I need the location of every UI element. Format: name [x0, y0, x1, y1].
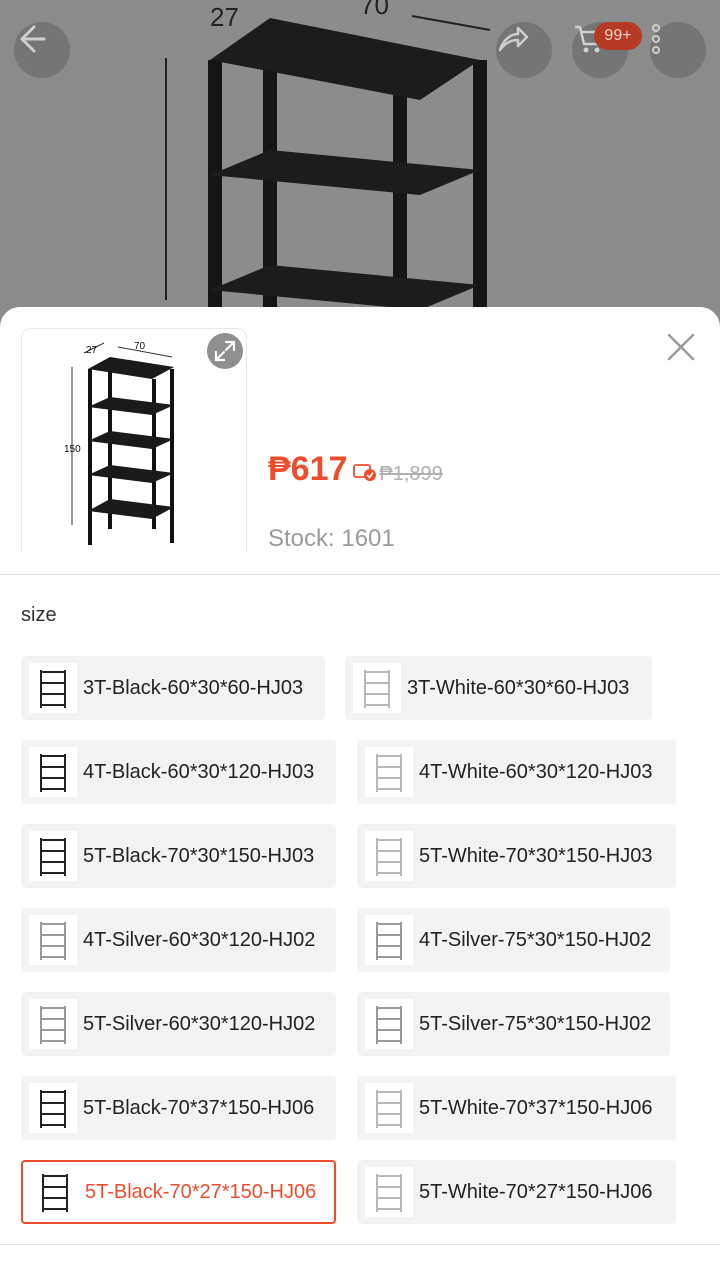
bg-width-label: 70: [360, 0, 389, 20]
shelf-thumbnail-icon: [29, 915, 77, 965]
shelf-thumbnail-icon: [29, 663, 77, 713]
shelf-thumbnail-icon: [365, 999, 413, 1049]
variation-option-label: 5T-Black-70*30*150-HJ03: [83, 844, 315, 867]
variation-option-label: 5T-Black-70*37*150-HJ06: [83, 1096, 315, 1119]
variation-option[interactable]: 5T-White-70*27*150-HJ06: [357, 1160, 676, 1224]
variation-option[interactable]: 5T-Black-70*37*150-HJ06: [21, 1076, 336, 1140]
variation-option-label: 3T-White-60*30*60-HJ03: [407, 676, 630, 699]
shelf-thumbnail-icon: [365, 831, 413, 881]
expand-icon[interactable]: [207, 333, 243, 369]
variation-option-label: 4T-Silver-75*30*150-HJ02: [419, 928, 652, 951]
variation-option[interactable]: 4T-Black-60*30*120-HJ03: [21, 740, 336, 804]
variation-option-label: 5T-White-70*30*150-HJ03: [419, 844, 653, 867]
variation-label: size: [21, 604, 57, 626]
variation-option[interactable]: 4T-Silver-60*30*120-HJ02: [21, 908, 336, 972]
shelf-thumbnail-icon: [29, 831, 77, 881]
variation-option[interactable]: 5T-Black-70*27*150-HJ06: [21, 1160, 336, 1224]
variation-option-label: 5T-Silver-75*30*150-HJ02: [419, 1012, 652, 1035]
variation-option[interactable]: 5T-White-70*30*150-HJ03: [357, 824, 676, 888]
shelf-thumbnail-icon: [365, 1083, 413, 1133]
original-price: ₱1,899: [379, 463, 443, 485]
coin-icon: [353, 462, 377, 482]
back-button[interactable]: [14, 22, 70, 78]
variation-option[interactable]: 5T-Silver-60*30*120-HJ02: [21, 992, 336, 1056]
more-button[interactable]: [650, 22, 706, 78]
back-arrow-icon: [20, 25, 46, 53]
shelf-thumbnail-icon: [353, 663, 401, 713]
variation-sheet: 27 70 150 ₱617 ₱1,899 Stock: 1601 size 3…: [0, 307, 720, 1268]
shelf-thumbnail-icon: [31, 1167, 79, 1217]
variation-option-label: 4T-White-60*30*120-HJ03: [419, 760, 653, 783]
price-row: ₱617 ₱1,899: [268, 450, 443, 489]
product-image-background: 27 70 99+: [0, 0, 720, 330]
bg-depth-label: 27: [210, 2, 239, 32]
more-icon: [652, 24, 660, 54]
variation-option[interactable]: 5T-Silver-75*30*150-HJ02: [357, 992, 670, 1056]
divider: [0, 574, 720, 575]
cart-badge: 99+: [594, 22, 642, 50]
divider: [0, 1244, 720, 1245]
variation-option-label: 4T-Silver-60*30*120-HJ02: [83, 928, 316, 951]
share-button[interactable]: [496, 22, 552, 78]
variation-option[interactable]: 4T-Silver-75*30*150-HJ02: [357, 908, 670, 972]
shelf-thumbnail-icon: [365, 915, 413, 965]
thumb-height-label: 150: [64, 444, 81, 455]
close-icon[interactable]: [662, 328, 700, 366]
share-icon: [498, 26, 529, 52]
variation-option-label: 5T-White-70*37*150-HJ06: [419, 1096, 653, 1119]
variation-option-label: 5T-Silver-60*30*120-HJ02: [83, 1012, 316, 1035]
thumb-depth-label: 27: [86, 345, 98, 356]
shelf-thumbnail-icon: [29, 1083, 77, 1133]
variation-option[interactable]: 3T-Black-60*30*60-HJ03: [21, 656, 325, 720]
variation-option[interactable]: 3T-White-60*30*60-HJ03: [345, 656, 652, 720]
variation-option[interactable]: 5T-Black-70*30*150-HJ03: [21, 824, 336, 888]
variation-option-label: 5T-White-70*27*150-HJ06: [419, 1180, 653, 1203]
shelf-thumbnail-icon: [29, 999, 77, 1049]
thumb-width-label: 70: [134, 341, 146, 352]
variation-option-label: 4T-Black-60*30*120-HJ03: [83, 760, 315, 783]
shelf-thumbnail-icon: [29, 747, 77, 797]
shelf-thumbnail-icon: [365, 1167, 413, 1217]
variation-option-label: 5T-Black-70*27*150-HJ06: [85, 1180, 317, 1203]
variation-option[interactable]: 4T-White-60*30*120-HJ03: [357, 740, 676, 804]
variation-option[interactable]: 5T-White-70*37*150-HJ06: [357, 1076, 676, 1140]
variation-option-label: 3T-Black-60*30*60-HJ03: [83, 676, 304, 699]
stock-count: Stock: 1601: [268, 525, 395, 552]
price: ₱617: [268, 450, 348, 488]
shelf-thumbnail-icon: [365, 747, 413, 797]
